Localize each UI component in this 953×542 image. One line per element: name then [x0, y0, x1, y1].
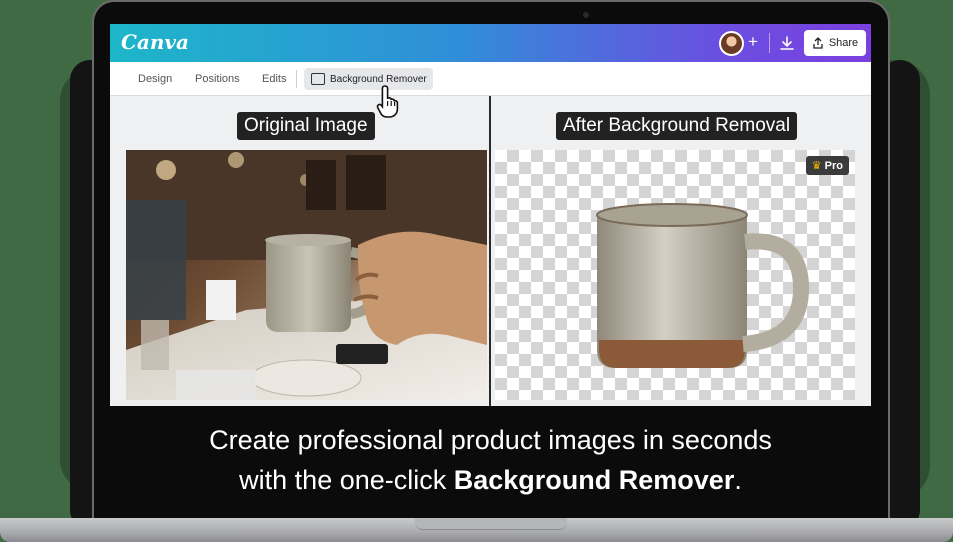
- share-label: Share: [828, 37, 859, 49]
- caption-line-2: with the one-click Background Remover.: [110, 460, 871, 500]
- background-remover-button[interactable]: Background Remover: [304, 68, 433, 90]
- caption-line-1: Create professional product images in se…: [209, 425, 772, 455]
- original-image[interactable]: [126, 150, 487, 400]
- hand-cursor-icon: [376, 85, 399, 118]
- webcam: [583, 12, 589, 18]
- download-icon[interactable]: [778, 34, 796, 52]
- after-image[interactable]: ♛ Pro: [495, 150, 855, 400]
- tab-positions[interactable]: Positions: [195, 73, 240, 85]
- user-avatar[interactable]: [719, 31, 744, 56]
- tab-edits[interactable]: Edits: [262, 73, 286, 85]
- caption-line-2-bold: Background Remover: [453, 465, 735, 495]
- promo-caption: Create professional product images in se…: [110, 420, 871, 500]
- editor-toolbar: Design Positions Edits Background Remove…: [110, 62, 871, 96]
- tab-design[interactable]: Design: [138, 73, 172, 85]
- app-screen: Canva + Share Design Positions Edits Bac…: [110, 24, 871, 406]
- crown-icon: ♛: [811, 160, 822, 172]
- caption-line-2-prefix: with the one-click: [239, 465, 454, 495]
- topbar-divider: [769, 33, 770, 53]
- canva-logo[interactable]: Canva: [121, 30, 189, 54]
- original-photo-scene: [126, 150, 487, 400]
- toolbar-separator: [296, 70, 297, 88]
- pro-badge-label: Pro: [824, 160, 843, 172]
- top-bar: Canva + Share: [110, 24, 871, 62]
- laptop-notch: [415, 518, 567, 530]
- pro-badge: ♛ Pro: [805, 156, 849, 175]
- background-remover-label: Background Remover: [330, 73, 427, 85]
- after-removal-label: After Background Removal: [556, 112, 798, 140]
- share-icon: [813, 37, 823, 49]
- original-image-label: Original Image: [237, 112, 375, 140]
- add-collaborator-icon[interactable]: +: [748, 32, 758, 52]
- panel-divider: [489, 96, 491, 406]
- caption-line-2-suffix: .: [734, 465, 742, 495]
- share-button[interactable]: Share: [804, 30, 866, 56]
- isolated-mug: [596, 203, 810, 368]
- background-remover-icon: [311, 73, 325, 85]
